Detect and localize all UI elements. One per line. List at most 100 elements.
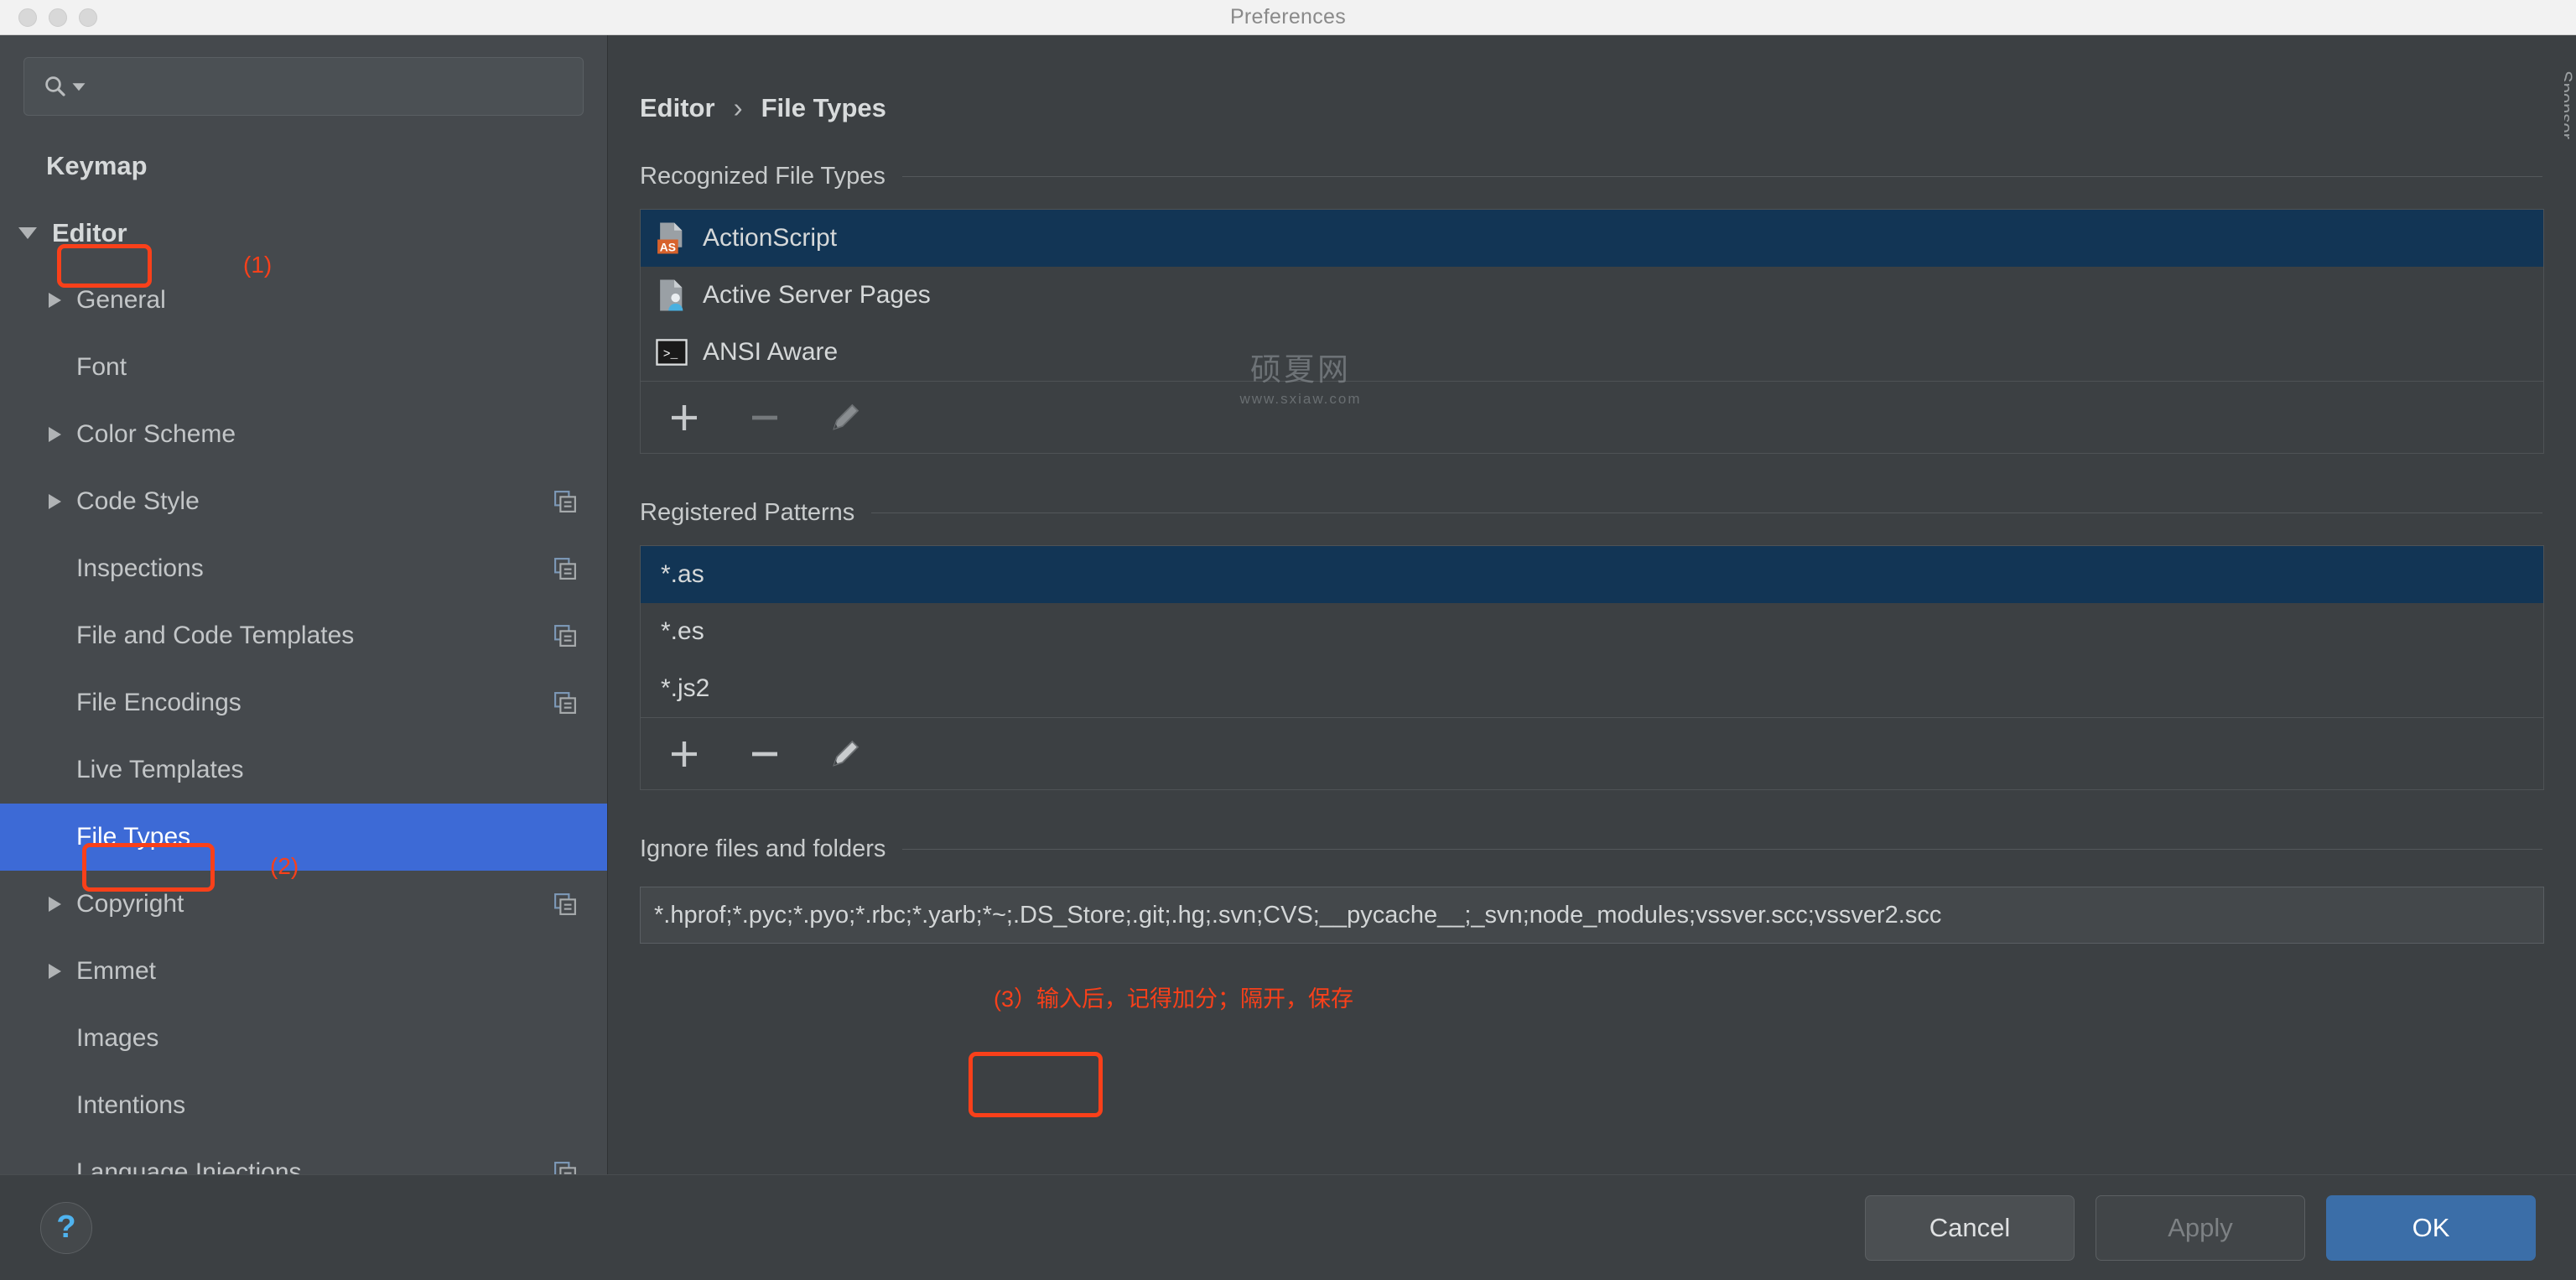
sidebar-item-label: Emmet [76,957,157,985]
file-type-label: ActionScript [703,224,838,252]
ok-button[interactable]: OK [2326,1194,2536,1261]
sidebar-item-general[interactable]: General [0,267,607,334]
sidebar-item-editor[interactable]: Editor [0,200,607,267]
chevron-down-icon[interactable] [71,79,86,94]
minus-pattern-button[interactable] [748,737,782,771]
settings-sidebar: Keymap Editor General Font Color Scheme Code … [0,35,608,1174]
sidebar-item-keymap[interactable]: Keymap [0,133,607,200]
chevron-right-icon[interactable] [49,293,61,308]
sidebar-item-label: Live Templates [76,756,244,783]
plus-file-type-button[interactable] [667,401,701,434]
sidebar-item-label: Images [76,1024,159,1052]
settings-tree: Keymap Editor General Font Color Scheme Code … [0,133,607,1174]
breadcrumb-current: File Types [761,93,886,122]
pattern-row[interactable]: *.js2 [641,660,2543,717]
pattern-row[interactable]: *.as [641,546,2543,603]
file-type-label: Active Server Pages [703,281,931,309]
sidebar-item-intentions[interactable]: Intentions [0,1072,607,1139]
terminal-file-icon: >_ [656,339,688,366]
window-title: Preferences [1229,5,1347,29]
preferences-window: Preferences Keymap Editor General Font Color… [0,0,2576,1280]
sidebar-item-label: File Types [76,823,191,851]
help-button[interactable]: ? [40,1201,92,1254]
sidebar-item-label: Intentions [76,1091,186,1119]
window-title-bar: Preferences [0,0,2576,35]
pencil-icon[interactable] [828,401,862,434]
sidebar-item-emmet[interactable]: Emmet [0,938,607,1005]
recognized-file-types-list[interactable]: AS ActionScript Active Server Pages >_ ANSI … [640,209,2544,454]
minus-icon[interactable] [748,737,782,771]
file-type-label: ANSI Aware [703,338,839,366]
actionscript-file-icon: AS [657,222,683,254]
dialog-body: Keymap Editor General Font Color Scheme Code … [0,35,2576,1174]
sidebar-item-label: Code Style [76,487,200,515]
sidebar-item-font[interactable]: Font [0,334,607,401]
sidebar-item-label: Editor [52,218,127,247]
minus-icon[interactable] [748,401,782,434]
apply-button[interactable]: Apply [2096,1194,2305,1261]
copy-settings-icon[interactable] [553,623,578,648]
registered-patterns-list[interactable]: *.as *.es *.js2 [640,545,2544,790]
sidebar-item-code-style[interactable]: Code Style [0,468,607,535]
cancel-button[interactable]: Cancel [1865,1194,2075,1261]
ignore-files-input[interactable]: *.hprof;*.pyc;*.pyo;*.rbc;*.yarb;*~;.DS_… [640,887,2544,944]
sidebar-item-label: File Encodings [76,689,242,716]
copy-settings-icon[interactable] [553,556,578,581]
dialog-footer: ? Cancel Apply OK [0,1174,2576,1280]
sidebar-item-file-types[interactable]: File Types [0,804,607,871]
breadcrumb-parent[interactable]: Editor [640,93,715,123]
header-divider [902,849,2542,850]
search-icon [45,76,65,96]
recognized-file-types-header: Recognized File Types [640,163,2576,190]
pencil-pattern-button[interactable] [828,737,862,771]
copy-settings-icon[interactable] [553,690,578,715]
ignore-files-header: Ignore files and folders [640,835,2576,863]
registered-patterns-toolbar [641,717,2543,789]
copy-settings-icon[interactable] [553,489,578,514]
chevron-right-icon[interactable] [49,964,61,979]
pattern-row[interactable]: *.es [641,603,2543,660]
sidebar-item-copyright[interactable]: Copyright [0,871,607,938]
sidebar-item-file-and-code-templates[interactable]: File and Code Templates [0,602,607,669]
plus-icon[interactable] [667,401,701,434]
search-input[interactable] [23,57,584,116]
chevron-down-icon[interactable] [18,227,37,239]
chevron-right-icon[interactable] [49,897,61,912]
file-type-row[interactable]: AS ActionScript [641,210,2543,267]
sidebar-item-inspections[interactable]: Inspections [0,535,607,602]
ignore-files-title: Ignore files and folders [640,835,886,862]
file-type-row[interactable]: Active Server Pages [641,267,2543,324]
plus-pattern-button[interactable] [667,737,701,771]
plus-icon[interactable] [667,737,701,771]
sidebar-item-images[interactable]: Images [0,1005,607,1072]
footer-buttons: Cancel Apply OK [1865,1194,2536,1261]
pencil-file-type-button [828,401,862,434]
copy-settings-icon[interactable] [553,1160,578,1174]
pattern-label: *.as [661,560,704,588]
ignore-files-section: Ignore files and folders *.hprof;*.pyc;*… [640,835,2576,944]
sidebar-item-label: Inspections [76,554,204,582]
file-type-row[interactable]: >_ ANSI Aware [641,324,2543,381]
page-edge-sliver: Sponsor [2564,70,2576,139]
copy-settings-icon[interactable] [553,892,578,917]
chevron-right-icon[interactable] [49,427,61,442]
sidebar-item-live-templates[interactable]: Live Templates [0,736,607,804]
svg-text:>_: >_ [663,348,678,362]
sidebar-item-language-injections[interactable]: Language Injections [0,1139,607,1174]
breadcrumb: Editor › File Types [640,92,2576,124]
recognized-file-types-toolbar [641,381,2543,453]
sidebar-item-color-scheme[interactable]: Color Scheme [0,401,607,468]
annotation-note-3: (3）输入后，记得加分；隔开，保存 [994,986,1354,1012]
chevron-right-icon[interactable] [49,494,61,509]
sidebar-item-label: Language Injections [76,1158,302,1174]
search-area [0,35,607,116]
recognized-file-types-section: Recognized File Types AS ActionScript Acti… [640,163,2576,454]
sidebar-item-file-encodings[interactable]: File Encodings [0,669,607,736]
sidebar-item-label: File and Code Templates [76,622,355,649]
pencil-icon[interactable] [828,737,862,771]
